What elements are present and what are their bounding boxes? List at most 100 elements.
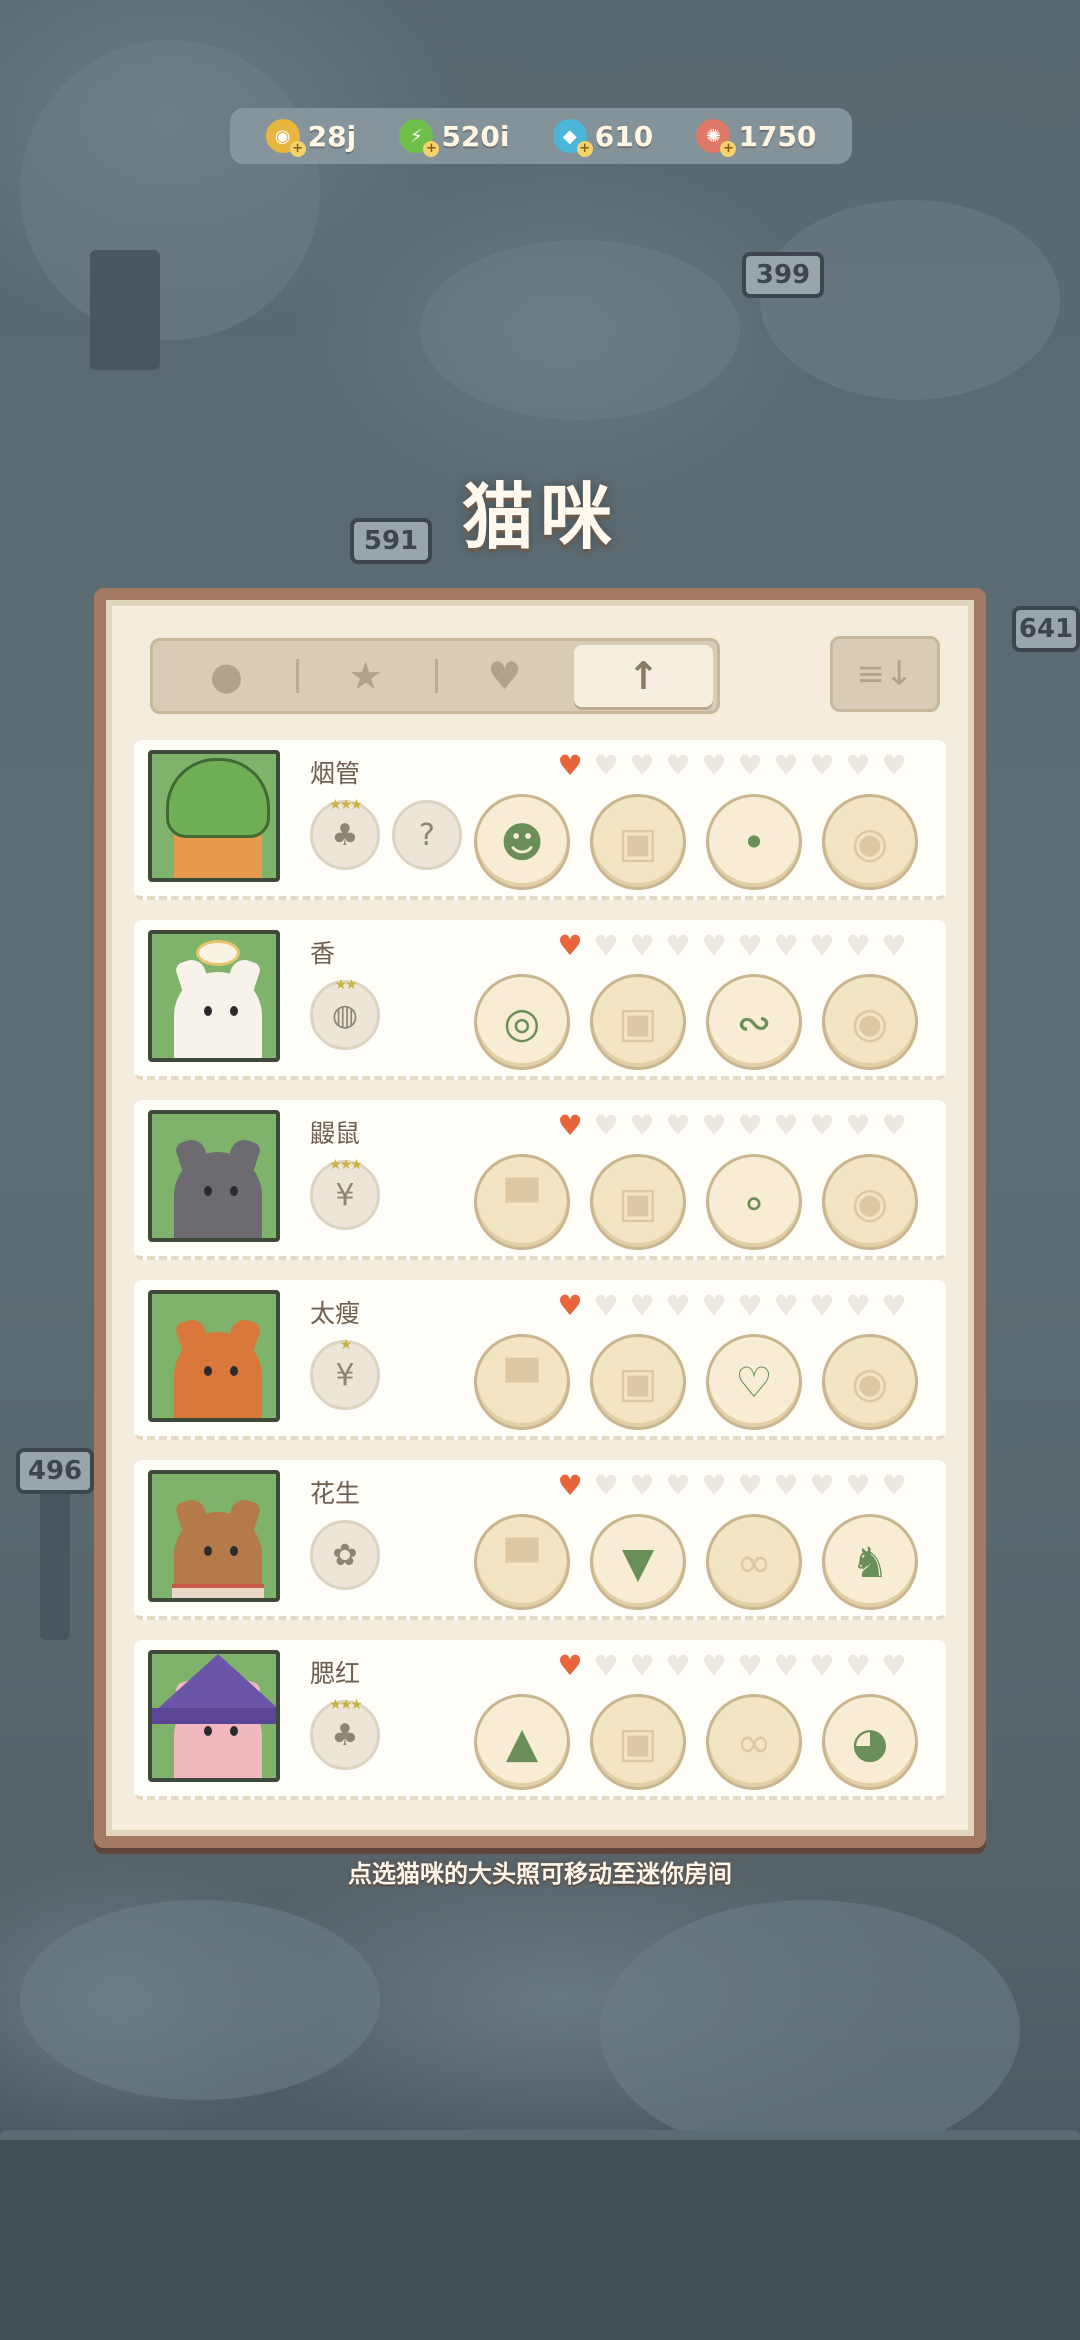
shirt-slot-icon: ▣	[618, 817, 658, 867]
pumpkin-icon[interactable]: ★★ ◍	[310, 977, 380, 1050]
equipment-slot[interactable]: ▲	[474, 1694, 570, 1790]
gold-coin-icon: ◉ +	[265, 119, 306, 157]
equipment-slot[interactable]: ∾	[706, 974, 802, 1070]
cat-name: 太瘦	[310, 1299, 361, 1328]
heart-icon: ♥	[773, 1109, 799, 1142]
hint-text: 点选猫咪的大头照可移动至迷你房间	[348, 1860, 732, 1888]
tab-arrow-up[interactable]: ↑	[574, 645, 713, 707]
currency-coin[interactable]: ◉ +28j	[265, 119, 356, 157]
equipment-slot[interactable]: ▣	[590, 1154, 686, 1250]
heart-icon: ♥	[593, 1649, 619, 1682]
heart-icon: ♥	[773, 1289, 799, 1322]
cat-portrait[interactable]	[148, 750, 280, 882]
background-sign: 399	[742, 252, 824, 298]
equipment-slot[interactable]: ♞	[822, 1514, 918, 1610]
sort-button[interactable]: ≡↓	[830, 636, 940, 712]
cat-portrait[interactable]	[148, 930, 280, 1062]
cat-portrait[interactable]	[148, 1650, 280, 1782]
mystery-card-icon[interactable]: ?	[392, 800, 462, 870]
equipment-slot[interactable]: ∞	[706, 1514, 802, 1610]
heart-icon: ♥	[629, 1649, 655, 1682]
equipment-slot[interactable]: ∘	[706, 1154, 802, 1250]
lotus-root-icon[interactable]: ✿	[310, 1520, 380, 1590]
tab-cat-head[interactable]: ●	[157, 645, 296, 707]
heart-icon: ♥	[881, 1109, 907, 1142]
cat-portrait[interactable]	[148, 1470, 280, 1602]
heart-icon: ♥	[701, 929, 727, 962]
page-title: 猫咪	[461, 475, 618, 559]
broccoli-icon[interactable]: ★★★ ♣	[310, 797, 380, 870]
cat-row: 腮红 ★★★ ♣ ♥ ♥ ♥ ♥ ♥ ♥ ♥ ♥ ♥ ♥ ▲ ▣ ∞ ◕	[134, 1640, 946, 1800]
fried-egg-hat-icon: ◎	[503, 997, 541, 1047]
tab-star[interactable]: ★	[296, 645, 435, 707]
cat-portrait[interactable]	[148, 1110, 280, 1242]
equipment-slot[interactable]: ▀	[474, 1154, 570, 1250]
heart-icon: ♥	[701, 1289, 727, 1322]
currency-value: 520i	[441, 119, 510, 153]
equipment-slot[interactable]: ▣	[590, 1694, 686, 1790]
equipment-slot[interactable]: ▣	[590, 794, 686, 890]
currency-energy[interactable]: ⚡ +520i	[399, 119, 510, 157]
equipment-slot[interactable]: ▣	[590, 974, 686, 1070]
heart-icon: ♥	[665, 1289, 691, 1322]
sailor-collar-icon: ▼	[621, 1537, 655, 1587]
equipment-slot[interactable]: ▀	[474, 1334, 570, 1430]
equipment-slot[interactable]: ∞	[706, 1694, 802, 1790]
heart-icon: ♥	[593, 929, 619, 962]
badge-glyph: ✿	[332, 1537, 358, 1573]
heart-icon: ♥	[629, 1109, 655, 1142]
dragon-pet-icon: ♞	[851, 1537, 889, 1587]
heart-icon: ♥	[593, 1289, 619, 1322]
tab-heart[interactable]: ♥	[435, 645, 574, 707]
equipment-slot[interactable]: ♡	[706, 1334, 802, 1430]
husky-pet-icon: ◕	[851, 1717, 889, 1767]
equipment-slot[interactable]: ☻	[474, 794, 570, 890]
heart-icon: ♥	[845, 1109, 871, 1142]
equipment-slot[interactable]: •	[706, 794, 802, 890]
filter-tabs: ● ★ ♥ ↑	[150, 638, 720, 714]
heart-icon: ♥	[487, 654, 522, 698]
currency-value: 610	[594, 119, 654, 153]
equipment-slots: ◎ ▣ ∾ ◉	[474, 974, 918, 1070]
lavender-icon[interactable]: ★ ¥	[310, 1337, 380, 1410]
currency-shell[interactable]: ✺ +1750	[696, 119, 816, 157]
wheat-icon[interactable]: ★★★ ¥	[310, 1157, 380, 1230]
heart-icon: ♥	[701, 1109, 727, 1142]
currency-gem[interactable]: ◆ +610	[552, 119, 654, 157]
affection-hearts: ♥ ♥ ♥ ♥ ♥ ♥ ♥ ♥ ♥ ♥	[554, 752, 910, 780]
heart-icon: ♥	[737, 1289, 763, 1322]
heart-icon: ♥	[845, 1289, 871, 1322]
heart-icon: ♥	[593, 1469, 619, 1502]
cat-portrait[interactable]	[148, 1290, 280, 1422]
heart-icon: ♥	[773, 1469, 799, 1502]
equipment-slot[interactable]: ◉	[822, 974, 918, 1070]
heart-icon: ♥	[845, 929, 871, 962]
equipment-slot[interactable]: ◎	[474, 974, 570, 1070]
equipment-slot[interactable]: ◉	[822, 1334, 918, 1430]
heart-icon: ♥	[845, 1469, 871, 1502]
herb-icon[interactable]: ★★★ ♣	[310, 1697, 380, 1770]
cat-name: 香	[310, 939, 336, 968]
pet-slot-icon: ◉	[851, 1357, 889, 1407]
cat-row: 烟管 ★★★ ♣? ♥ ♥ ♥ ♥ ♥ ♥ ♥ ♥ ♥ ♥ ☻ ▣ • ◉	[134, 740, 946, 900]
heart-icon: ♥	[881, 929, 907, 962]
badge-glyph: ¥	[335, 1177, 355, 1213]
equipment-slot[interactable]: ◕	[822, 1694, 918, 1790]
badge-glyph: ♣	[331, 817, 359, 853]
equipment-slot[interactable]: ▼	[590, 1514, 686, 1610]
equipment-slot[interactable]: ◉	[822, 1154, 918, 1250]
equipment-slot[interactable]: ◉	[822, 794, 918, 890]
equipment-slot[interactable]: ▣	[590, 1334, 686, 1430]
heart-glasses-icon: ♡	[735, 1357, 773, 1407]
equipment-slot[interactable]: ▀	[474, 1514, 570, 1610]
heart-icon: ♥	[701, 1469, 727, 1502]
angel-wings-icon: ∾	[736, 997, 772, 1047]
cat-list: 烟管 ★★★ ♣? ♥ ♥ ♥ ♥ ♥ ♥ ♥ ♥ ♥ ♥ ☻ ▣ • ◉ 香 ★★ ◍ ♥ ♥ ♥ ♥ ♥ ♥ ♥ ♥ ♥ ♥ ◎ ▣ ∾ ◉ 鼹…	[134, 740, 946, 1820]
equipment-slots: ▀ ▼ ∞ ♞	[474, 1514, 918, 1610]
heart-icon: ♥	[593, 749, 619, 782]
heart-icon: ♥	[557, 749, 583, 782]
plus-icon: +	[423, 141, 440, 157]
arrow-up-icon: ↑	[627, 654, 660, 698]
affection-hearts: ♥ ♥ ♥ ♥ ♥ ♥ ♥ ♥ ♥ ♥	[554, 1652, 910, 1680]
heart-icon: ♥	[845, 1649, 871, 1682]
